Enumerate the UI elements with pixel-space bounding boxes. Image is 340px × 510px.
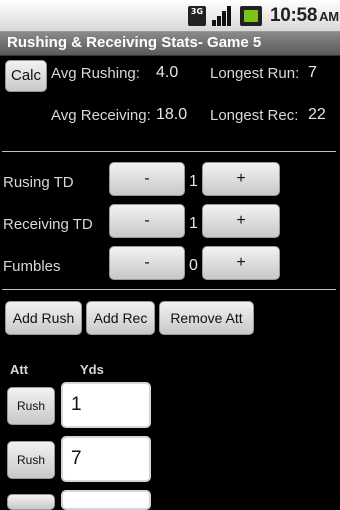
app-title: Rushing & Receiving Stats- Game 5	[7, 34, 262, 51]
avg-rushing-value: 4.0	[156, 64, 179, 81]
fumbles-label: Fumbles	[3, 258, 61, 275]
network-3g-icon: 3G	[188, 6, 206, 26]
attempt-type-button[interactable]: Rush	[7, 441, 55, 479]
clock-time: 10:58	[270, 5, 318, 26]
add-rec-button[interactable]: Add Rec	[86, 301, 155, 335]
receiving-td-value: 1	[189, 215, 198, 232]
clock: 10:58 AM	[270, 5, 339, 27]
calc-button[interactable]: Calc	[5, 60, 47, 92]
yards-input[interactable]: 7	[61, 436, 151, 482]
rushing-td-minus-button[interactable]: -	[109, 162, 185, 196]
longest-run-value: 7	[308, 64, 317, 81]
remove-att-button[interactable]: Remove Att	[159, 301, 254, 335]
receiving-td-label: Receiving TD	[3, 216, 93, 233]
divider	[2, 151, 336, 152]
rushing-td-value: 1	[189, 173, 198, 190]
title-bar: Rushing & Receiving Stats- Game 5	[0, 32, 340, 56]
yards-input[interactable]: 1	[61, 382, 151, 428]
rushing-td-plus-button[interactable]: +	[202, 162, 280, 196]
add-rush-button[interactable]: Add Rush	[5, 301, 82, 335]
receiving-td-plus-button[interactable]: +	[202, 204, 280, 238]
longest-rec-value: 22	[308, 106, 326, 123]
fumbles-minus-button[interactable]: -	[109, 246, 185, 280]
network-type: 3G	[190, 7, 204, 16]
avg-receiving-label: Avg Receiving:	[51, 107, 151, 124]
yds-column-header: Yds	[80, 362, 104, 377]
attempt-type-button[interactable]	[7, 494, 55, 510]
battery-icon	[240, 6, 262, 26]
divider	[2, 289, 336, 290]
fumbles-value: 0	[189, 257, 198, 274]
longest-rec-label: Longest Rec:	[210, 107, 299, 124]
fumbles-plus-button[interactable]: +	[202, 246, 280, 280]
receiving-td-minus-button[interactable]: -	[109, 204, 185, 238]
att-column-header: Att	[10, 362, 29, 377]
attempt-type-button[interactable]: Rush	[7, 387, 55, 425]
signal-strength-icon	[212, 6, 234, 26]
yards-input[interactable]	[61, 490, 151, 510]
longest-run-label: Longest Run:	[210, 65, 300, 82]
clock-ampm: AM	[319, 9, 339, 24]
status-bar: 3G 10:58 AM	[0, 0, 340, 32]
avg-rushing-label: Avg Rushing:	[51, 65, 140, 82]
avg-receiving-value: 18.0	[156, 106, 188, 123]
rushing-td-label: Rusing TD	[3, 174, 74, 191]
